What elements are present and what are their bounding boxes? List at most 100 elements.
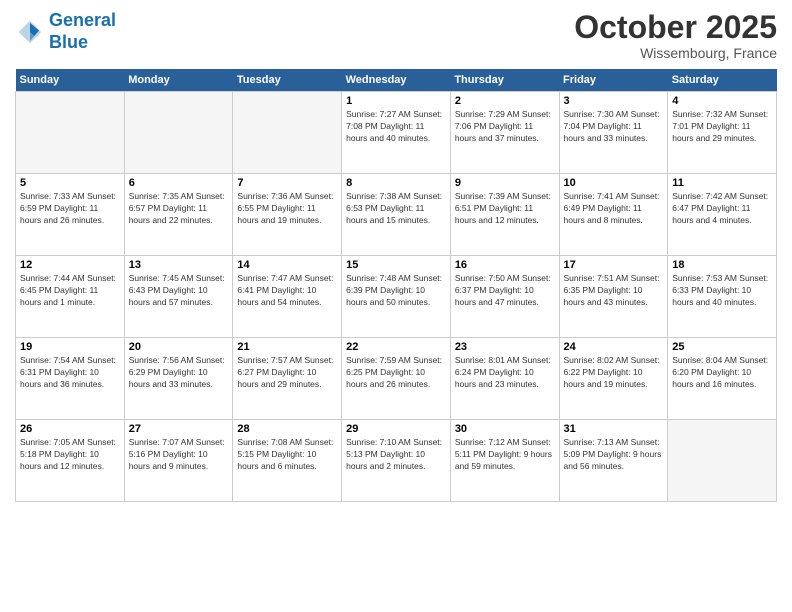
- col-saturday: Saturday: [668, 69, 777, 92]
- day-number: 22: [346, 341, 446, 353]
- day-number: 4: [672, 95, 772, 107]
- logo-blue: Blue: [49, 32, 88, 52]
- day-cell: 6Sunrise: 7:35 AM Sunset: 6:57 PM Daylig…: [124, 174, 233, 256]
- header: General Blue October 2025 Wissembourg, F…: [15, 10, 777, 61]
- day-number: 25: [672, 341, 772, 353]
- day-number: 1: [346, 95, 446, 107]
- day-info: Sunrise: 7:27 AM Sunset: 7:08 PM Dayligh…: [346, 109, 446, 145]
- col-thursday: Thursday: [450, 69, 559, 92]
- day-cell: 23Sunrise: 8:01 AM Sunset: 6:24 PM Dayli…: [450, 338, 559, 420]
- day-info: Sunrise: 7:56 AM Sunset: 6:29 PM Dayligh…: [129, 355, 229, 391]
- week-row-5: 26 Sunrise: 7:05 AM Sunset: 5:18 PM Dayli…: [16, 420, 777, 502]
- day-cell: 26 Sunrise: 7:05 AM Sunset: 5:18 PM Dayli…: [16, 420, 125, 502]
- day-cell: 8 Sunrise: 7:38 AM Sunset: 6:53 PM Daylig…: [342, 174, 451, 256]
- location: Wissembourg, France: [574, 45, 777, 61]
- day-cell: 14Sunrise: 7:47 AM Sunset: 6:41 PM Dayli…: [233, 256, 342, 338]
- col-monday: Monday: [124, 69, 233, 92]
- calendar-table: Sunday Monday Tuesday Wednesday Thursday…: [15, 69, 777, 502]
- day-info: Sunrise: 7:12 AM Sunset: 5:11 PM Dayligh…: [455, 437, 555, 473]
- day-info: Sunrise: 7:33 AM Sunset: 6:59 PM Dayligh…: [20, 191, 120, 227]
- week-row-4: 19Sunrise: 7:54 AM Sunset: 6:31 PM Dayli…: [16, 338, 777, 420]
- day-cell: 10Sunrise: 7:41 AM Sunset: 6:49 PM Dayli…: [559, 174, 668, 256]
- day-cell: 24 Sunrise: 8:02 AM Sunset: 6:22 PM Dayli…: [559, 338, 668, 420]
- day-number: 5: [20, 177, 120, 189]
- day-cell: 4 Sunrise: 7:32 AM Sunset: 7:01 PM Daylig…: [668, 92, 777, 174]
- month-title: October 2025: [574, 10, 777, 45]
- header-row: Sunday Monday Tuesday Wednesday Thursday…: [16, 69, 777, 92]
- calendar-header: Sunday Monday Tuesday Wednesday Thursday…: [16, 69, 777, 92]
- day-cell: 27 Sunrise: 7:07 AM Sunset: 5:16 PM Dayli…: [124, 420, 233, 502]
- day-cell: 11 Sunrise: 7:42 AM Sunset: 6:47 PM Dayli…: [668, 174, 777, 256]
- day-info: Sunrise: 7:39 AM Sunset: 6:51 PM Dayligh…: [455, 191, 555, 227]
- day-number: 8: [346, 177, 446, 189]
- day-number: 11: [672, 177, 772, 189]
- day-info: Sunrise: 7:36 AM Sunset: 6:55 PM Dayligh…: [237, 191, 337, 227]
- day-info: Sunrise: 7:05 AM Sunset: 5:18 PM Dayligh…: [20, 437, 120, 473]
- day-cell: [124, 92, 233, 174]
- day-cell: 15 Sunrise: 7:48 AM Sunset: 6:39 PM Dayli…: [342, 256, 451, 338]
- day-info: Sunrise: 7:07 AM Sunset: 5:16 PM Dayligh…: [129, 437, 229, 473]
- day-cell: [668, 420, 777, 502]
- day-info: Sunrise: 8:01 AM Sunset: 6:24 PM Dayligh…: [455, 355, 555, 391]
- day-number: 27: [129, 423, 229, 435]
- day-cell: 30 Sunrise: 7:12 AM Sunset: 5:11 PM Dayli…: [450, 420, 559, 502]
- day-info: Sunrise: 7:47 AM Sunset: 6:41 PM Dayligh…: [237, 273, 337, 309]
- day-cell: 16Sunrise: 7:50 AM Sunset: 6:37 PM Dayli…: [450, 256, 559, 338]
- day-info: Sunrise: 7:48 AM Sunset: 6:39 PM Dayligh…: [346, 273, 446, 309]
- day-cell: 5 Sunrise: 7:33 AM Sunset: 6:59 PM Daylig…: [16, 174, 125, 256]
- day-info: Sunrise: 7:38 AM Sunset: 6:53 PM Dayligh…: [346, 191, 446, 227]
- day-number: 29: [346, 423, 446, 435]
- day-cell: 12 Sunrise: 7:44 AM Sunset: 6:45 PM Dayli…: [16, 256, 125, 338]
- day-info: Sunrise: 7:53 AM Sunset: 6:33 PM Dayligh…: [672, 273, 772, 309]
- day-number: 26: [20, 423, 120, 435]
- day-cell: 20 Sunrise: 7:56 AM Sunset: 6:29 PM Dayli…: [124, 338, 233, 420]
- title-area: October 2025 Wissembourg, France: [574, 10, 777, 61]
- day-info: Sunrise: 7:42 AM Sunset: 6:47 PM Dayligh…: [672, 191, 772, 227]
- day-number: 21: [237, 341, 337, 353]
- day-cell: [16, 92, 125, 174]
- day-cell: 7 Sunrise: 7:36 AM Sunset: 6:55 PM Daylig…: [233, 174, 342, 256]
- col-tuesday: Tuesday: [233, 69, 342, 92]
- day-info: Sunrise: 7:44 AM Sunset: 6:45 PM Dayligh…: [20, 273, 120, 309]
- col-wednesday: Wednesday: [342, 69, 451, 92]
- day-number: 20: [129, 341, 229, 353]
- day-info: Sunrise: 7:35 AM Sunset: 6:57 PM Dayligh…: [129, 191, 229, 227]
- day-cell: 18 Sunrise: 7:53 AM Sunset: 6:33 PM Dayli…: [668, 256, 777, 338]
- day-info: Sunrise: 7:30 AM Sunset: 7:04 PM Dayligh…: [564, 109, 664, 145]
- day-number: 18: [672, 259, 772, 271]
- day-number: 10: [564, 177, 664, 189]
- day-cell: 22 Sunrise: 7:59 AM Sunset: 6:25 PM Dayli…: [342, 338, 451, 420]
- day-info: Sunrise: 8:02 AM Sunset: 6:22 PM Dayligh…: [564, 355, 664, 391]
- day-number: 12: [20, 259, 120, 271]
- day-info: Sunrise: 7:57 AM Sunset: 6:27 PM Dayligh…: [237, 355, 337, 391]
- day-number: 17: [564, 259, 664, 271]
- day-cell: 21 Sunrise: 7:57 AM Sunset: 6:27 PM Dayli…: [233, 338, 342, 420]
- day-cell: 2Sunrise: 7:29 AM Sunset: 7:06 PM Daylig…: [450, 92, 559, 174]
- day-info: Sunrise: 7:45 AM Sunset: 6:43 PM Dayligh…: [129, 273, 229, 309]
- week-row-3: 12 Sunrise: 7:44 AM Sunset: 6:45 PM Dayli…: [16, 256, 777, 338]
- logo-general: General: [49, 10, 116, 30]
- logo: General Blue: [15, 10, 116, 53]
- day-number: 19: [20, 341, 120, 353]
- day-info: Sunrise: 7:32 AM Sunset: 7:01 PM Dayligh…: [672, 109, 772, 145]
- day-cell: 13 Sunrise: 7:45 AM Sunset: 6:43 PM Dayli…: [124, 256, 233, 338]
- day-info: Sunrise: 7:29 AM Sunset: 7:06 PM Dayligh…: [455, 109, 555, 145]
- day-number: 16: [455, 259, 555, 271]
- day-number: 31: [564, 423, 664, 435]
- day-number: 13: [129, 259, 229, 271]
- day-cell: 3 Sunrise: 7:30 AM Sunset: 7:04 PM Daylig…: [559, 92, 668, 174]
- day-cell: 17Sunrise: 7:51 AM Sunset: 6:35 PM Dayli…: [559, 256, 668, 338]
- day-number: 24: [564, 341, 664, 353]
- day-cell: 31Sunrise: 7:13 AM Sunset: 5:09 PM Dayli…: [559, 420, 668, 502]
- day-cell: 19Sunrise: 7:54 AM Sunset: 6:31 PM Dayli…: [16, 338, 125, 420]
- day-number: 15: [346, 259, 446, 271]
- day-cell: 25Sunrise: 8:04 AM Sunset: 6:20 PM Dayli…: [668, 338, 777, 420]
- day-number: 30: [455, 423, 555, 435]
- col-friday: Friday: [559, 69, 668, 92]
- day-info: Sunrise: 7:10 AM Sunset: 5:13 PM Dayligh…: [346, 437, 446, 473]
- day-info: Sunrise: 7:59 AM Sunset: 6:25 PM Dayligh…: [346, 355, 446, 391]
- day-info: Sunrise: 7:08 AM Sunset: 5:15 PM Dayligh…: [237, 437, 337, 473]
- day-number: 7: [237, 177, 337, 189]
- day-number: 3: [564, 95, 664, 107]
- week-row-2: 5 Sunrise: 7:33 AM Sunset: 6:59 PM Daylig…: [16, 174, 777, 256]
